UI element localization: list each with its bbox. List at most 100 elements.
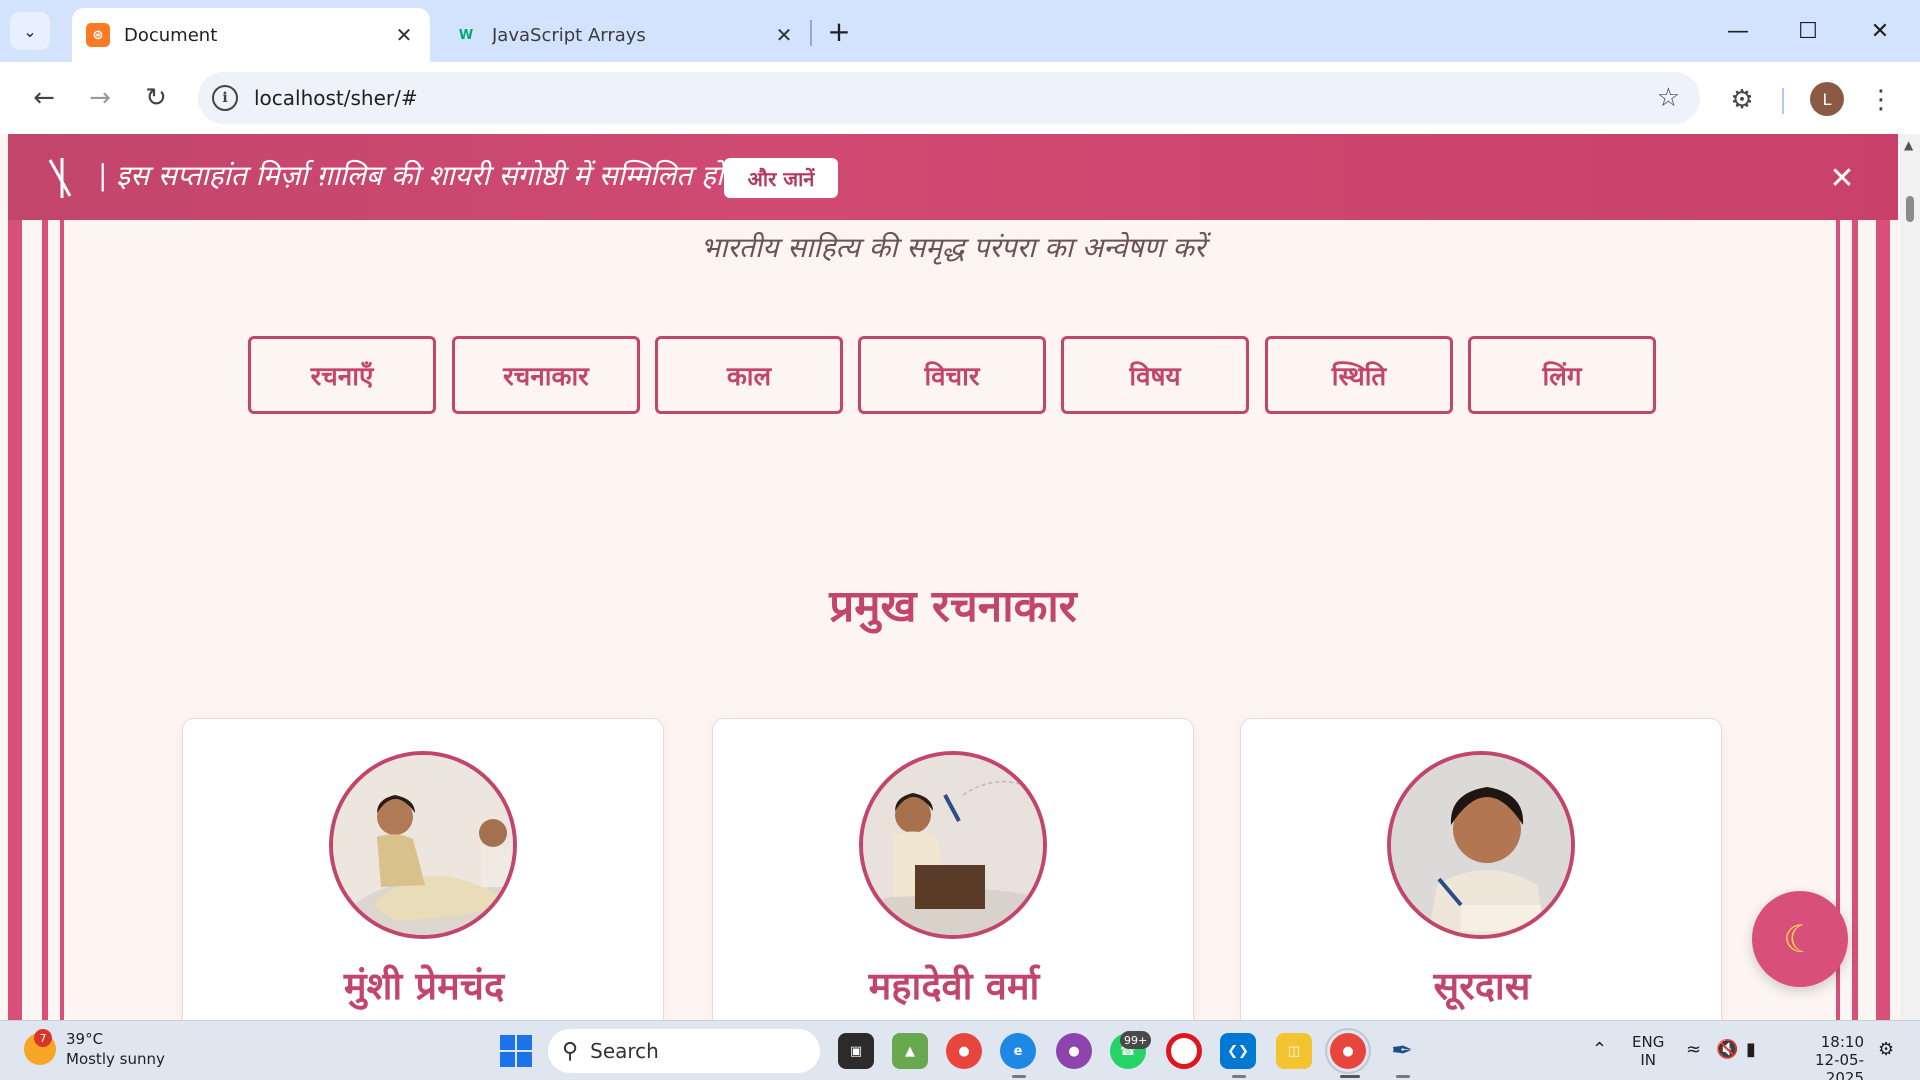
close-tab-icon[interactable]: ✕: [392, 23, 416, 47]
clock[interactable]: 18:10 12-05-2025: [1784, 1033, 1864, 1080]
xampp-icon: ⊛: [86, 23, 110, 47]
quill-app-icon[interactable]: ✒: [1384, 1033, 1420, 1069]
moon-icon: ☾: [1782, 917, 1818, 961]
section-title: प्रमुख रचनाकार: [829, 581, 1077, 632]
search-icon: ⚲: [562, 1038, 579, 1064]
learn-more-button[interactable]: और जानें: [724, 158, 838, 198]
profile-avatar[interactable]: L: [1810, 82, 1844, 116]
tab-javascript-arrays[interactable]: W JavaScript Arrays ✕: [440, 8, 810, 62]
quill-icon-svg: [48, 158, 72, 198]
site-info-icon[interactable]: i: [212, 85, 238, 111]
tab-title: Document: [124, 24, 218, 46]
file-explorer-icon[interactable]: ◫: [1276, 1033, 1312, 1069]
language-line2: IN: [1640, 1051, 1656, 1069]
portrait-illustration: [863, 755, 1043, 935]
theme-toggle-button[interactable]: ☾: [1752, 891, 1848, 987]
task-view-icon[interactable]: ▣: [838, 1033, 874, 1069]
minimize-button[interactable]: —: [1710, 12, 1766, 50]
scroll-up-arrow-icon[interactable]: ▲: [1904, 138, 1913, 152]
plus-icon: +: [827, 14, 851, 48]
author-name: मुंशी प्रेमचंद: [343, 964, 505, 1008]
author-card[interactable]: महादेवी वर्मा: [712, 718, 1194, 1020]
windows-logo-icon: [517, 1052, 532, 1067]
page-viewport: | इस सप्ताहांत मिर्ज़ा ग़ालिब की शायरी स…: [8, 134, 1898, 1020]
notifications-icon[interactable]: ⚙: [1878, 1039, 1894, 1060]
maximize-icon: ☐: [1798, 18, 1818, 44]
windows-logo-icon: [500, 1052, 515, 1067]
back-button[interactable]: ←: [24, 78, 64, 118]
address-bar[interactable]: i localhost/sher/# ☆: [198, 72, 1700, 124]
author-portrait: [859, 751, 1047, 939]
bookmark-star-icon[interactable]: ☆: [1657, 83, 1680, 113]
weather-widget[interactable]: 7 39°C Mostly sunny: [24, 1029, 165, 1069]
scrollbar-thumb[interactable]: [1906, 196, 1914, 222]
chrome-icon[interactable]: ●: [946, 1033, 982, 1069]
category-kaal-button[interactable]: काल: [655, 336, 843, 414]
hero-subtitle: भारतीय साहित्य की समृद्ध परंपरा का अन्वे…: [700, 231, 1206, 264]
language-indicator[interactable]: ENG IN: [1632, 1033, 1664, 1069]
vscode-icon[interactable]: ❮❯: [1220, 1033, 1256, 1069]
volume-muted-icon[interactable]: 🔇: [1716, 1039, 1738, 1060]
new-tab-button[interactable]: +: [822, 14, 856, 48]
browser-menu-button[interactable]: ⋮: [1866, 80, 1896, 120]
category-rachnakar-button[interactable]: रचनाकार: [452, 336, 640, 414]
windows-start-button[interactable]: [500, 1035, 532, 1067]
reload-icon: ↻: [145, 83, 167, 113]
running-indicator: [1396, 1075, 1410, 1078]
tab-separator: [810, 20, 812, 46]
opera-icon[interactable]: [1166, 1033, 1202, 1069]
portrait-illustration: [333, 755, 513, 935]
battery-icon[interactable]: ▮: [1746, 1039, 1756, 1060]
tab-title: JavaScript Arrays: [492, 24, 646, 46]
running-indicator: [1012, 1075, 1026, 1078]
author-name: महादेवी वर्मा: [868, 964, 1040, 1008]
banner-message: | इस सप्ताहांत मिर्ज़ा ग़ालिब की शायरी स…: [98, 159, 724, 192]
close-banner-icon[interactable]: ✕: [1824, 160, 1860, 196]
browser-toolbar: ← → ↻ i localhost/sher/# ☆ ⚙ L ⋮: [0, 62, 1920, 134]
url-text[interactable]: localhost/sher/#: [254, 86, 1657, 110]
browser-tab-strip: ⌄ ⊛ Document ✕ W JavaScript Arrays ✕ + —…: [0, 0, 1920, 62]
category-vichar-button[interactable]: विचार: [858, 336, 1046, 414]
arrow-left-icon: ←: [33, 83, 55, 113]
close-icon: ✕: [1870, 18, 1890, 44]
clock-time: 18:10: [1820, 1033, 1864, 1051]
tab-search-button[interactable]: ⌄: [10, 12, 50, 50]
weather-temp: 39°C: [66, 1030, 104, 1048]
minimize-icon: —: [1727, 18, 1749, 44]
author-card[interactable]: सूरदास: [1240, 718, 1722, 1020]
category-sthiti-button[interactable]: स्थिति: [1265, 336, 1453, 414]
taskbar-search[interactable]: ⚲ Search: [548, 1029, 820, 1073]
weather-condition: Mostly sunny: [66, 1050, 165, 1068]
author-card[interactable]: मुंशी प्रेमचंद: [182, 718, 664, 1020]
category-nav: रचनाएँ रचनाकार काल विचार विषय स्थिति लिं…: [248, 336, 1668, 414]
photos-app-icon[interactable]: ▲: [892, 1033, 928, 1069]
language-line1: ENG: [1632, 1033, 1665, 1051]
chevron-up-icon[interactable]: ⌃: [1592, 1039, 1607, 1060]
chrome-profile-icon[interactable]: ●: [1056, 1033, 1092, 1069]
tab-document[interactable]: ⊛ Document ✕: [72, 8, 430, 62]
reload-button[interactable]: ↻: [136, 78, 176, 118]
maximize-button[interactable]: ☐: [1780, 12, 1836, 50]
weather-text: 39°C Mostly sunny: [66, 1029, 165, 1069]
edge-icon[interactable]: e: [1000, 1033, 1036, 1069]
windows-logo-icon: [500, 1035, 515, 1050]
chrome-active-icon[interactable]: ●: [1330, 1033, 1366, 1069]
category-ling-button[interactable]: लिंग: [1468, 336, 1656, 414]
forward-button[interactable]: →: [80, 78, 120, 118]
close-window-button[interactable]: ✕: [1852, 12, 1908, 50]
running-indicator: [1232, 1075, 1246, 1078]
category-rachnayen-button[interactable]: रचनाएँ: [248, 336, 436, 414]
category-vishay-button[interactable]: विषय: [1061, 336, 1249, 414]
extensions-icon[interactable]: ⚙: [1722, 80, 1762, 120]
author-portrait: [329, 751, 517, 939]
w3schools-icon: W: [458, 27, 474, 43]
page-scrollbar[interactable]: ▲: [1900, 134, 1920, 1020]
more-vertical-icon: ⋮: [1868, 85, 1894, 115]
close-tab-icon[interactable]: ✕: [772, 23, 796, 47]
notification-badge: 99+: [1120, 1031, 1152, 1049]
author-portrait: [1387, 751, 1575, 939]
windows-taskbar: 7 39°C Mostly sunny ⚲ Search ▣ ▲ ● e ● ☎…: [0, 1020, 1920, 1080]
wifi-icon[interactable]: ≈: [1686, 1039, 1701, 1060]
weather-alert-badge: 7: [34, 1029, 52, 1047]
arrow-right-icon: →: [89, 83, 111, 113]
